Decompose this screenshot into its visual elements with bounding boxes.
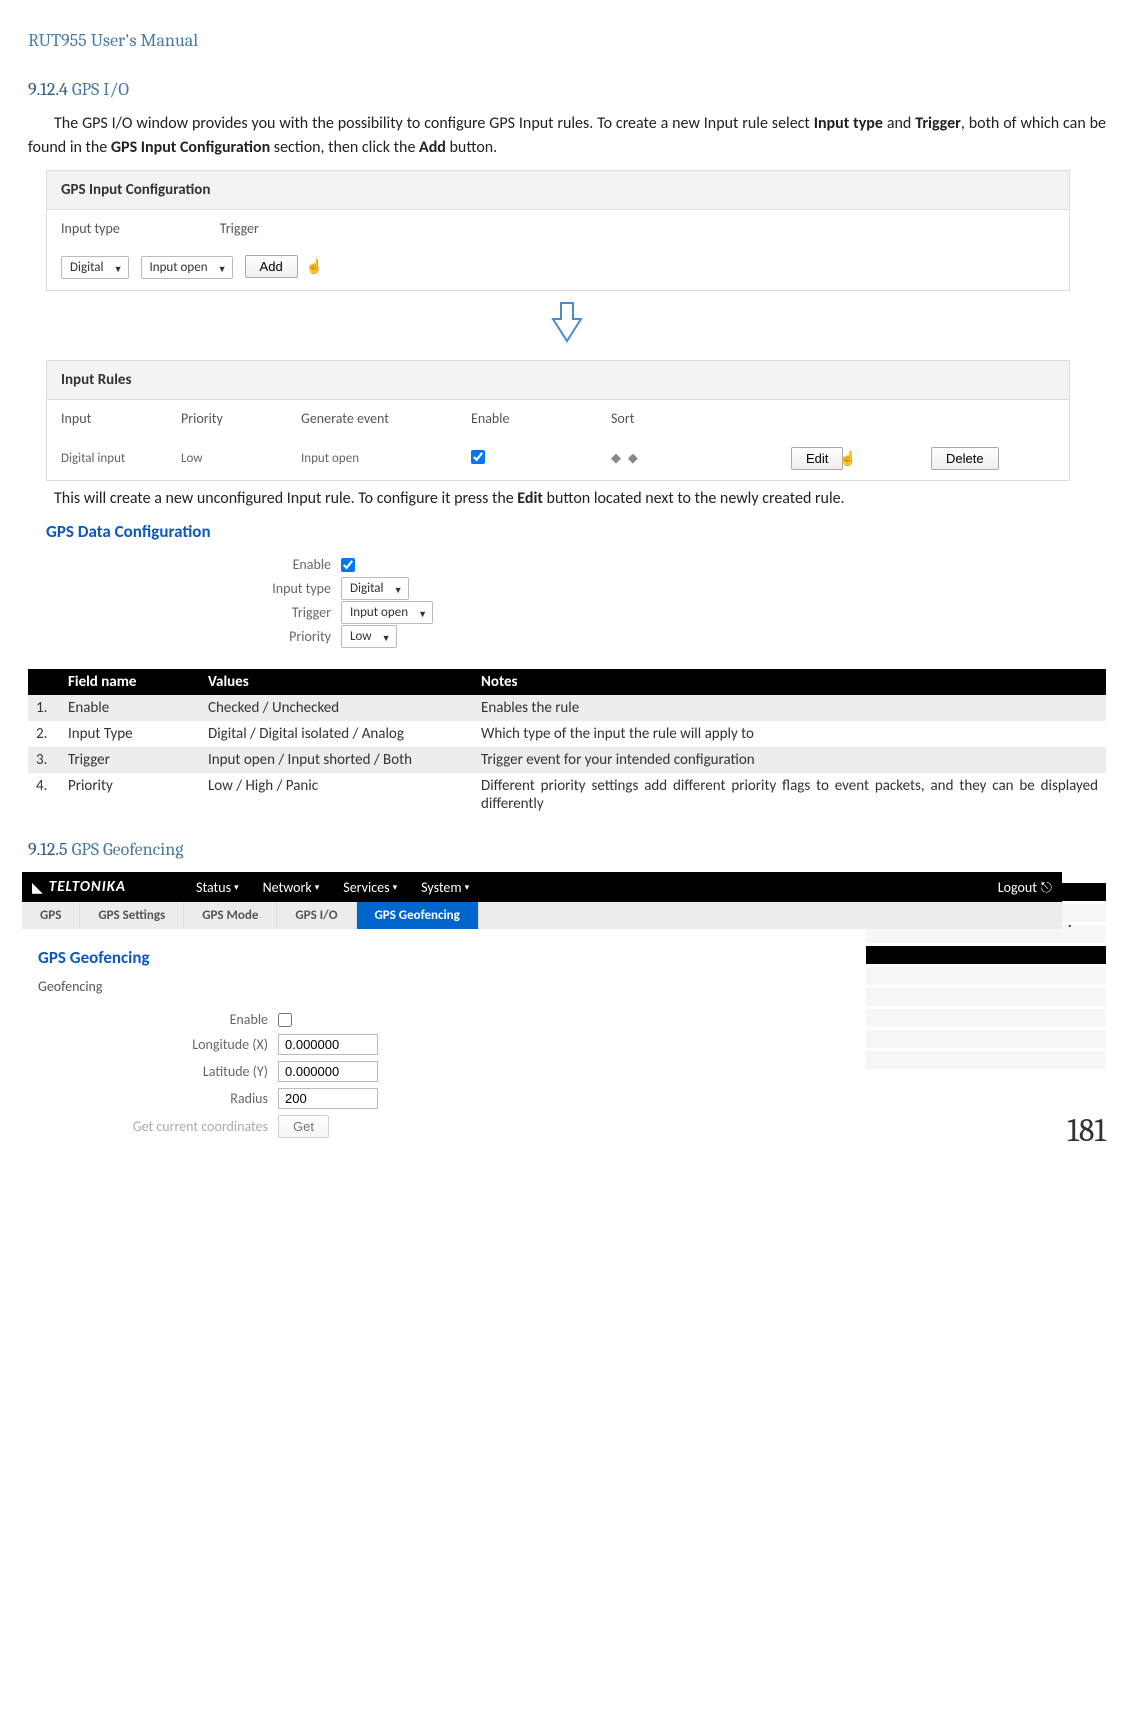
page-header: RUT955 User's Manual: [28, 30, 1106, 51]
sub-tab-bar: GPS GPS Settings GPS Mode GPS I/O GPS Ge…: [22, 902, 1062, 929]
gps-input-config-panel: GPS Input Configuration Input type Trigg…: [46, 170, 1070, 291]
panel-title: GPS Input Configuration: [47, 171, 1069, 210]
enable-checkbox[interactable]: [471, 450, 485, 464]
brand-logo: TELTONIKA: [49, 878, 126, 896]
tab-gps[interactable]: GPS: [22, 902, 80, 929]
col-input: Input: [61, 410, 181, 427]
enable-label: Enable: [46, 556, 341, 573]
trigger-select[interactable]: Input open: [341, 603, 433, 621]
table-row: 1.EnableChecked / UncheckedEnables the r…: [28, 695, 1106, 721]
col-enable: Enable: [471, 410, 611, 427]
input-type-select[interactable]: Digital: [341, 579, 409, 597]
chevron-down-icon: ▾: [234, 882, 239, 893]
input-type-select[interactable]: Digital: [61, 258, 129, 276]
nav-services[interactable]: Services▾: [343, 879, 397, 896]
delete-button[interactable]: Delete: [931, 447, 999, 470]
col-sort: Sort: [611, 410, 791, 427]
radius-input[interactable]: [278, 1088, 378, 1109]
section-heading-gps-io: 9.12.4 GPS I/O: [28, 79, 1106, 100]
tab-gps-settings[interactable]: GPS Settings: [80, 902, 184, 929]
rules-headers: Input Priority Generate event Enable Sor…: [47, 400, 1069, 437]
th-field-name: Field name: [60, 669, 200, 695]
priority-select[interactable]: Low: [341, 627, 397, 645]
enable-checkbox[interactable]: [278, 1013, 292, 1027]
col-trigger: Trigger: [220, 220, 259, 237]
th-values: Values: [200, 669, 473, 695]
logout-link[interactable]: Logout⎋: [998, 879, 1052, 896]
add-button[interactable]: Add: [245, 255, 298, 278]
input-rules-screenshot: Input Rules Input Priority Generate even…: [46, 360, 1106, 481]
section-number: 9.12.5: [28, 839, 68, 860]
intro-paragraph-1: The GPS I/O window provides you with the…: [28, 112, 1106, 160]
section-title: GPS I/O: [72, 79, 129, 100]
get-button[interactable]: Get: [278, 1115, 329, 1138]
enable-label: Enable: [38, 1011, 278, 1028]
section-number: 9.12.4: [28, 79, 68, 100]
nav-status[interactable]: Status▾: [196, 879, 239, 896]
trigger-select[interactable]: Input open: [141, 258, 233, 276]
enable-checkbox[interactable]: [341, 558, 355, 572]
trigger-label: Trigger: [46, 604, 341, 621]
input-type-label: Input type: [46, 580, 341, 597]
input-rules-panel: Input Rules Input Priority Generate even…: [46, 360, 1070, 481]
get-coordinates-label: Get current coordinates: [38, 1118, 278, 1135]
radius-label: Radius: [38, 1090, 278, 1107]
priority-label: Priority: [46, 628, 341, 645]
section-heading-gps-geofencing: 9.12.5 GPS Geofencing: [28, 839, 1106, 860]
cell-priority: Low: [181, 451, 301, 466]
chevron-down-icon: ▾: [315, 882, 320, 893]
cell-input: Digital input: [61, 451, 181, 466]
table-row: 4.PriorityLow / High / PanicDifferent pr…: [28, 773, 1106, 817]
nav-system[interactable]: System▾: [421, 879, 469, 896]
sort-arrows-icon[interactable]: ◆ ◆: [611, 451, 791, 466]
th-blank: [28, 669, 60, 695]
latitude-label: Latitude (Y): [38, 1063, 278, 1080]
logout-icon: ⎋: [1041, 879, 1052, 896]
rule-row: Digital input Low Input open ◆ ◆ Edit☝ D…: [47, 437, 1069, 480]
panel-column-headers: Input type Trigger: [47, 210, 1069, 247]
col-generate-event: Generate event: [301, 410, 471, 427]
tab-gps-geofencing[interactable]: GPS Geofencing: [357, 902, 479, 929]
table-row: 3.TriggerInput open / Input shorted / Bo…: [28, 747, 1106, 773]
cursor-hand-icon: ☝: [306, 258, 323, 275]
trailing-dot: .: [1067, 910, 1072, 932]
col-priority: Priority: [181, 410, 301, 427]
latitude-input[interactable]: [278, 1061, 378, 1082]
section-title: GPS Geofencing: [72, 839, 184, 860]
panel-title: Input Rules: [47, 361, 1069, 400]
nav-network[interactable]: Network▾: [263, 879, 320, 896]
th-notes: Notes: [473, 669, 1106, 695]
gps-data-config-title: GPS Data Configuration: [46, 521, 1106, 542]
edit-button[interactable]: Edit: [791, 447, 843, 470]
tab-gps-mode[interactable]: GPS Mode: [184, 902, 277, 929]
chevron-down-icon: ▾: [393, 882, 398, 893]
field-reference-table: Field name Values Notes 1.EnableChecked …: [28, 669, 1106, 817]
chevron-down-icon: ▾: [465, 882, 470, 893]
col-input-type: Input type: [61, 220, 120, 237]
gps-data-config-form: Enable Input type Digital Trigger Input …: [46, 556, 1106, 645]
cell-event: Input open: [301, 451, 471, 466]
tab-gps-io[interactable]: GPS I/O: [277, 902, 356, 929]
intro-paragraph-2: This will create a new unconfigured Inpu…: [28, 487, 1106, 511]
table-row: 2.Input TypeDigital / Digital isolated /…: [28, 721, 1106, 747]
longitude-label: Longitude (X): [38, 1036, 278, 1053]
flow-arrow-down-icon: [28, 301, 1106, 350]
page-number: 181: [1067, 1112, 1106, 1149]
gps-input-config-screenshot: GPS Input Configuration Input type Trigg…: [46, 170, 1106, 291]
cursor-hand-icon: ☝: [839, 450, 856, 467]
longitude-input[interactable]: [278, 1034, 378, 1055]
teltonika-logo-icon: ◣: [32, 879, 43, 896]
